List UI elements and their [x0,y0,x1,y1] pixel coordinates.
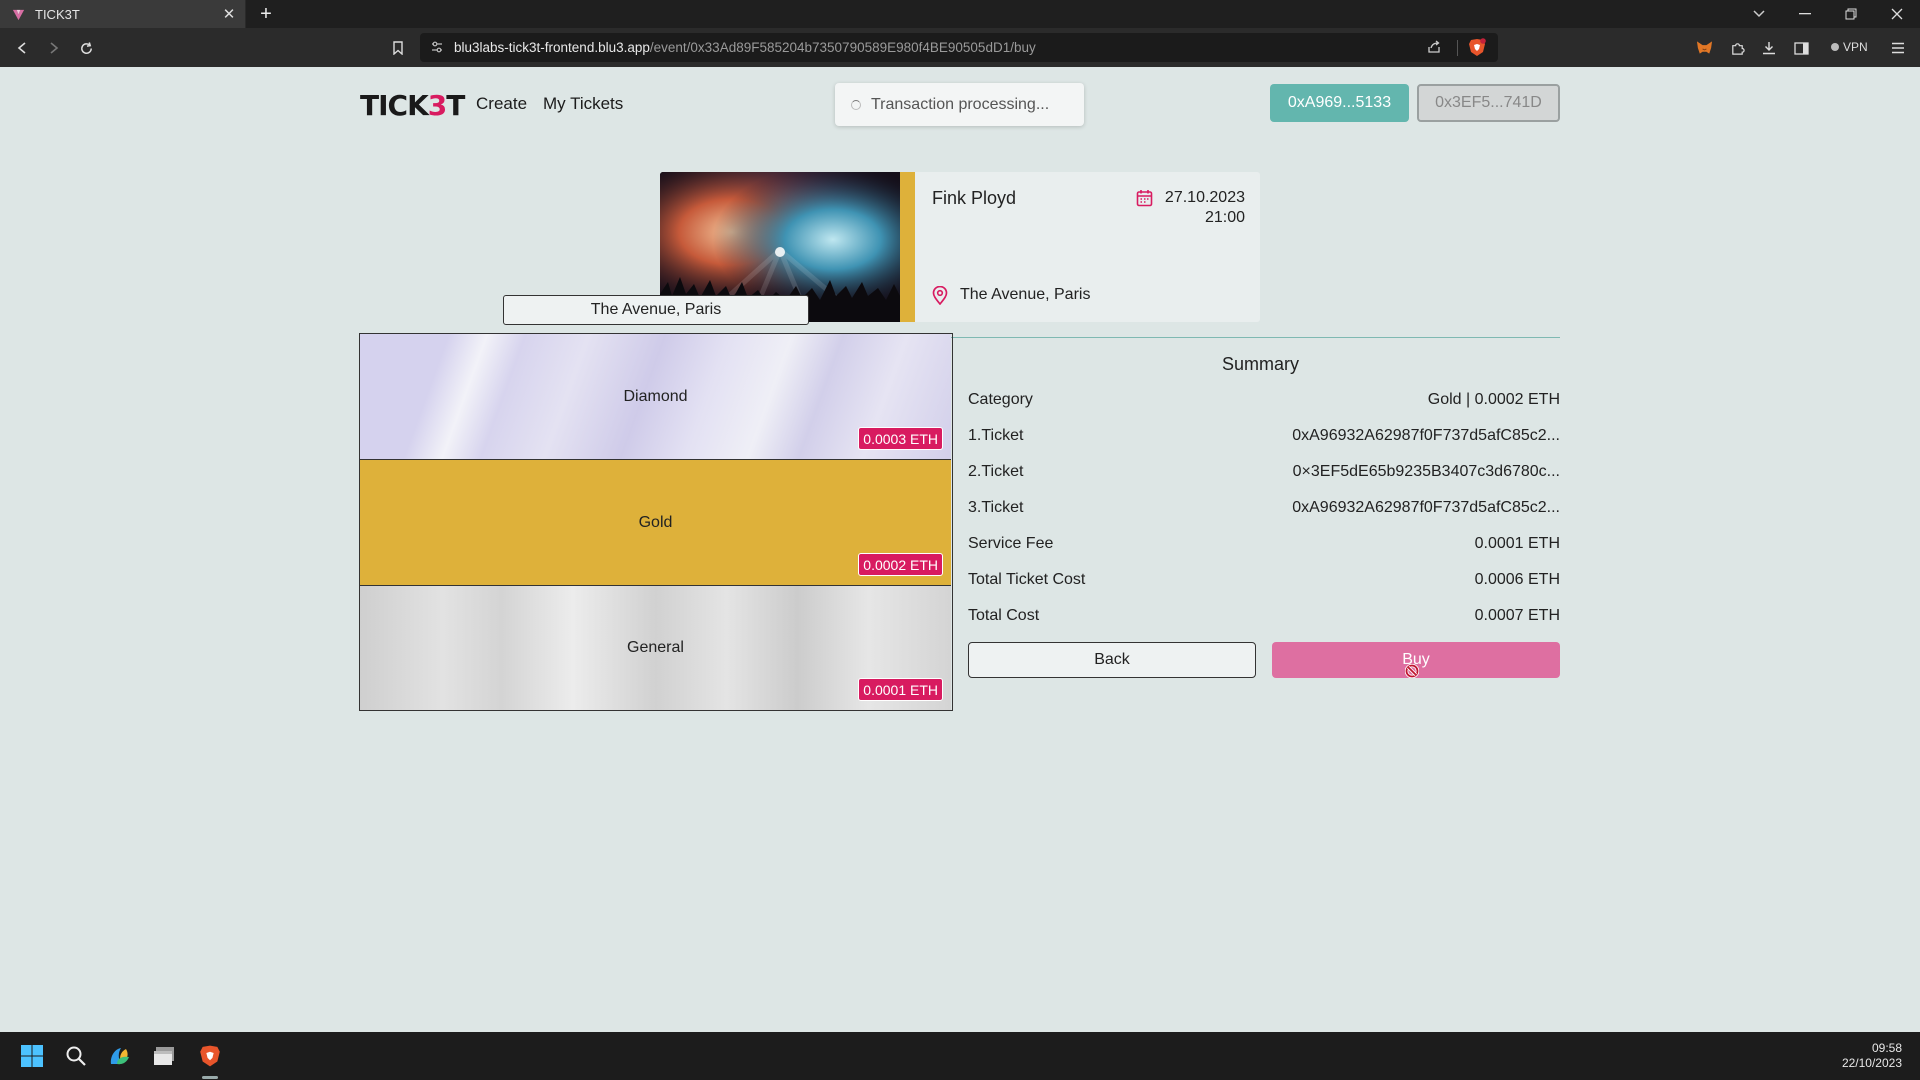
section-general-price: 0.0001 ETH [858,678,943,701]
wallet-address-button[interactable]: 0xA969...5133 [1270,84,1409,122]
summary-value: 0.0006 ETH [1474,571,1560,588]
summary-row-ticket-1: 1.Ticket 0xA96932A62987f0F737d5afC85c2..… [968,427,1560,449]
section-general-label: General [627,639,684,656]
secondary-wallet-button[interactable]: 0x3EF5...741D [1417,84,1560,122]
event-datetime: 27.10.2023 21:00 [1165,188,1245,228]
summary-title: Summary [1222,354,1300,374]
event-time: 21:00 [1204,209,1245,226]
toast-message: Transaction processing... [871,95,1050,113]
summary-value: 0×3EF5dE65b9235B3407c3d6780c... [1292,463,1560,480]
summary-row-total-ticket-cost: Total Ticket Cost 0.0006 ETH [968,571,1560,593]
logo-prefix: TICK [360,89,429,122]
reload-icon[interactable] [74,36,98,60]
section-diamond-price: 0.0003 ETH [858,427,943,450]
active-app-indicator [202,1076,218,1079]
sidebar-toggle-icon[interactable] [1789,36,1813,60]
os-taskbar: 09:58 22/10/2023 [0,1032,1920,1080]
url-path: /event/0x33Ad89F585204b7350790589E980f4B… [649,40,1036,55]
summary-row-total-cost: Total Cost 0.0007 ETH [968,607,1560,629]
section-general[interactable]: General 0.0001 ETH [360,586,951,710]
summary-label: 1.Ticket [968,427,1024,444]
summary-value: 0xA96932A62987f0F737d5afC85c2... [1292,499,1560,516]
site-info-icon[interactable] [430,40,444,54]
summary-value: 0.0007 ETH [1474,607,1560,624]
close-window-icon[interactable] [1874,0,1920,28]
share-icon[interactable] [1426,39,1442,55]
summary-row-category: Category Gold | 0.0002 ETH [968,391,1560,413]
vpn-label: VPN [1843,40,1868,54]
browser-tab-strip: TICK3T ✕ + [0,0,1920,28]
extensions-puzzle-icon[interactable] [1725,36,1749,60]
logo-accent: 3 [427,89,448,122]
widgets-icon[interactable] [104,1040,136,1072]
tab-title: TICK3T [35,6,80,22]
back-arrow-icon[interactable] [10,36,34,60]
tick3t-favicon-icon [12,9,25,20]
transaction-toast: Transaction processing... [835,83,1084,126]
tab-search-icon[interactable] [1736,0,1782,28]
restore-icon[interactable] [1828,0,1874,28]
summary-label: 3.Ticket [968,499,1024,516]
seat-map: Diamond 0.0003 ETH Gold 0.0002 ETH Gener… [359,333,953,711]
section-gold-price: 0.0002 ETH [858,553,943,576]
summary-value: 0xA96932A62987f0F737d5afC85c2... [1292,427,1560,444]
summary-row-ticket-3: 3.Ticket 0xA96932A62987f0F737d5afC85c2..… [968,499,1560,521]
menu-hamburger-icon[interactable] [1886,36,1910,60]
url-host: blu3labs-tick3t-frontend.blu3.app [454,40,650,55]
browser-tab-active[interactable]: TICK3T ✕ [0,0,246,28]
logo-suffix: T [446,89,465,122]
address-bar[interactable]: blu3labs-tick3t-frontend.blu3.app/event/… [420,33,1498,62]
nav-create-link[interactable]: Create [476,94,527,114]
event-date: 27.10.2023 [1164,189,1245,206]
not-allowed-cursor-icon [1405,664,1419,678]
summary-label: 2.Ticket [968,463,1024,480]
downloads-icon[interactable] [1757,36,1781,60]
bookmark-icon[interactable] [386,36,410,60]
summary-value: 0.0001 ETH [1474,535,1560,552]
new-tab-icon[interactable]: + [254,2,278,26]
calendar-icon [1136,190,1153,207]
tick3t-logo[interactable]: TICK3T [360,89,465,122]
summary-label: Category [968,391,1033,408]
loading-spinner-icon [851,99,861,110]
summary-label: Total Cost [968,607,1040,624]
url-separator [1457,40,1458,56]
brave-browser-taskbar-icon[interactable] [194,1040,226,1072]
section-diamond-label: Diamond [623,387,688,405]
system-clock[interactable]: 09:58 22/10/2023 [1842,1041,1902,1071]
back-button[interactable]: Back [968,642,1256,678]
section-diamond[interactable]: Diamond 0.0003 ETH [360,334,951,459]
event-name: Fink Ployd [932,188,1017,208]
vpn-status-icon [1831,43,1839,51]
app-page: TICK3T Create My Tickets Transaction pro… [0,67,1920,1032]
windows-start-icon[interactable] [16,1040,48,1072]
event-venue: The Avenue, Paris [960,286,1091,303]
close-tab-icon[interactable]: ✕ [219,4,239,24]
forward-arrow-icon[interactable] [42,36,66,60]
brave-shields-icon[interactable] [1468,38,1486,57]
nav-my-tickets-link[interactable]: My Tickets [543,94,623,114]
category-color-stripe [900,172,915,322]
url-text: blu3labs-tick3t-frontend.blu3.app/event/… [454,33,1036,62]
search-icon[interactable] [60,1040,92,1072]
summary-row-ticket-2: 2.Ticket 0×3EF5dE65b9235B3407c3d6780c... [968,463,1560,485]
browser-toolbar: blu3labs-tick3t-frontend.blu3.app/event/… [0,28,1920,67]
summary-row-service-fee: Service Fee 0.0001 ETH [968,535,1560,557]
section-gold[interactable]: Gold 0.0002 ETH [360,460,951,585]
minimize-icon[interactable] [1782,0,1828,28]
clock-time: 09:58 [1871,1041,1902,1055]
location-pin-icon [932,286,948,305]
summary-value: Gold | 0.0002 ETH [1427,391,1560,408]
summary-label: Service Fee [968,535,1054,552]
venue-stage-label: The Avenue, Paris [503,295,809,325]
metamask-extension-icon[interactable] [1692,36,1716,60]
clock-date: 22/10/2023 [1841,1056,1902,1070]
file-explorer-icon[interactable] [148,1040,180,1072]
vpn-button[interactable]: VPN [1825,36,1874,58]
section-gold-label: Gold [638,513,673,531]
summary-label: Total Ticket Cost [968,571,1086,588]
